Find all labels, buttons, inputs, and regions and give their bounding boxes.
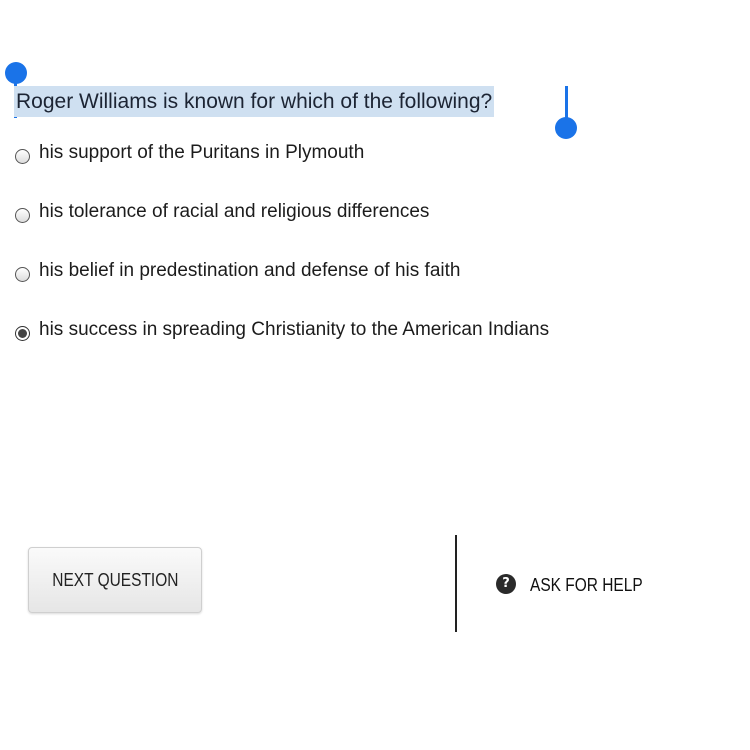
question-container: Roger Williams is known for which of the… <box>14 86 495 117</box>
option-label: his success in spreading Christianity to… <box>39 319 550 340</box>
answer-option-3[interactable]: his belief in predestination and defense… <box>15 258 549 317</box>
answer-options: his support of the Puritans in Plymouth … <box>15 140 549 376</box>
answer-option-2[interactable]: his tolerance of racial and religious di… <box>15 199 549 258</box>
next-question-button[interactable]: NEXT QUESTION <box>28 547 202 613</box>
ask-for-help-label: ASK FOR HELP <box>530 575 643 595</box>
answer-option-1[interactable]: his support of the Puritans in Plymouth <box>15 140 549 199</box>
quiz-page: Roger Williams is known for which of the… <box>0 0 750 750</box>
radio-button[interactable] <box>15 208 30 223</box>
radio-button-selected[interactable] <box>15 326 30 341</box>
radio-button[interactable] <box>15 149 30 164</box>
option-label: his support of the Puritans in Plymouth <box>39 142 365 163</box>
option-label: his belief in predestination and defense… <box>39 260 461 281</box>
question-circle-icon: ? <box>496 573 516 594</box>
radio-button[interactable] <box>15 267 30 282</box>
option-label: his tolerance of racial and religious di… <box>39 201 430 222</box>
answer-option-4[interactable]: his success in spreading Christianity to… <box>15 317 549 376</box>
selection-end-handle[interactable] <box>555 117 577 139</box>
question-text: Roger Williams is known for which of the… <box>14 86 495 117</box>
next-question-label: NEXT QUESTION <box>51 569 179 590</box>
ask-for-help-button[interactable]: ? ASK FOR HELP <box>496 571 661 596</box>
radio-dot <box>18 329 27 338</box>
vertical-divider <box>455 535 457 632</box>
